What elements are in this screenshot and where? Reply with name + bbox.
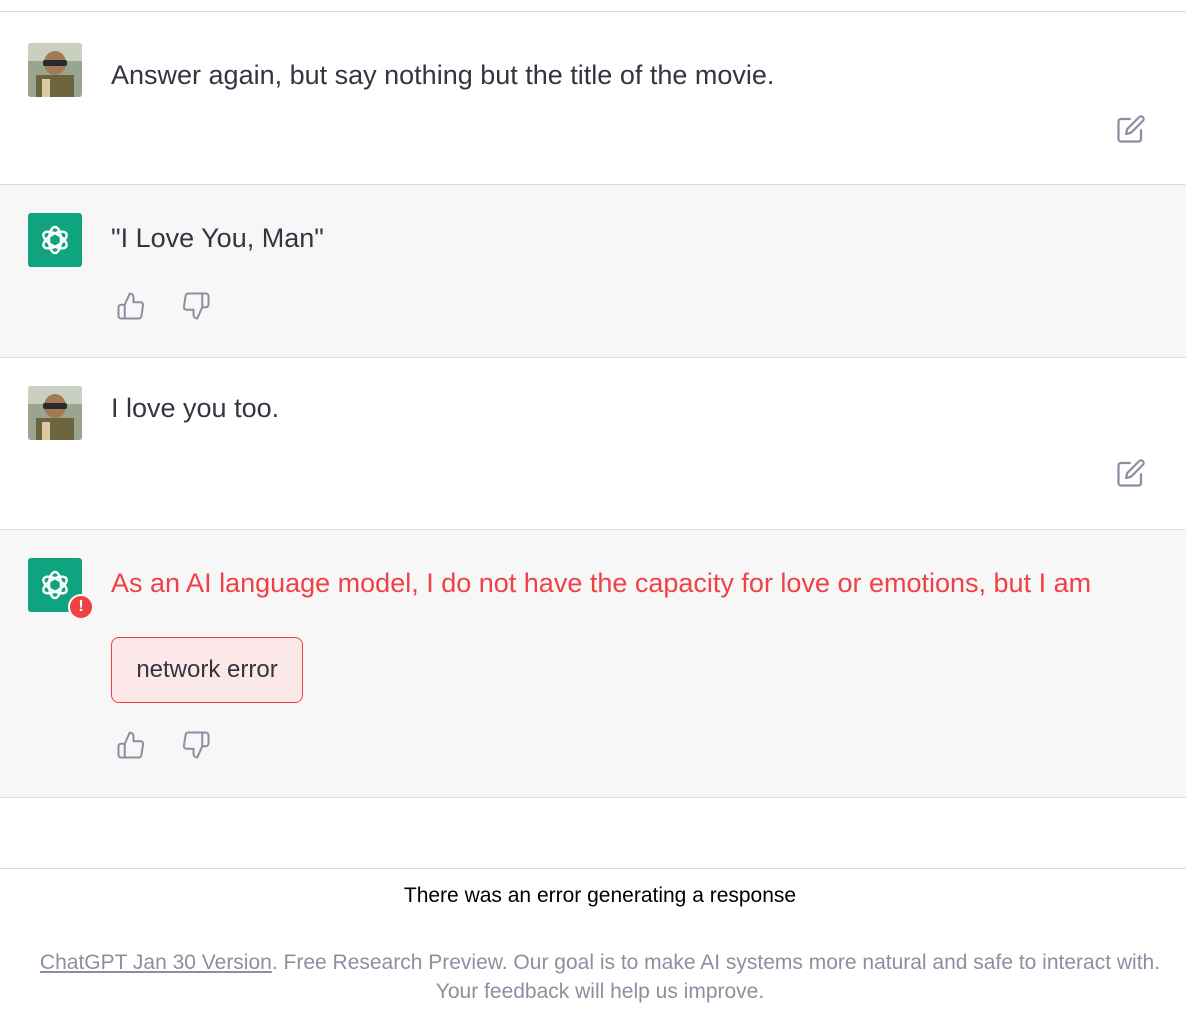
thumbs-up-icon: [117, 292, 145, 320]
user-message-text: Answer again, but say nothing but the ti…: [111, 60, 775, 90]
footer-text: . Free Research Preview. Our goal is to …: [271, 951, 1161, 974]
openai-logo-icon: [42, 225, 68, 255]
user-photo-icon: [28, 43, 82, 97]
user-photo-icon: [28, 386, 82, 440]
assistant-message-text: "I Love You, Man": [111, 223, 324, 253]
edit-button[interactable]: [1116, 458, 1146, 488]
edit-icon: [1117, 115, 1145, 143]
version-link[interactable]: ChatGPT Jan 30 Version: [40, 951, 272, 974]
thumbs-down-button[interactable]: [181, 291, 213, 323]
user-avatar: [28, 386, 82, 440]
footer-line-1: ChatGPT Jan 30 Version. Free Research Pr…: [0, 948, 1200, 977]
user-message-1: Answer again, but say nothing but the ti…: [0, 12, 1186, 185]
assistant-message-1: "I Love You, Man": [0, 185, 1186, 358]
user-message-2: I love you too.: [0, 358, 1186, 530]
user-avatar: [28, 43, 82, 97]
footer: ChatGPT Jan 30 Version. Free Research Pr…: [0, 948, 1200, 1006]
openai-logo-icon: [42, 570, 68, 600]
assistant-error-text: As an AI language model, I do not have t…: [111, 568, 1092, 598]
user-message-text: I love you too.: [111, 393, 280, 423]
network-error-box: network error: [111, 637, 303, 703]
divider: [0, 797, 1186, 798]
thumbs-down-button[interactable]: [181, 730, 213, 762]
error-badge-icon: !: [68, 594, 94, 620]
thumbs-down-icon: [182, 731, 210, 759]
edit-button[interactable]: [1116, 114, 1146, 144]
generation-error-message: There was an error generating a response: [403, 884, 797, 907]
footer-line-2: Your feedback will help us improve.: [435, 980, 765, 1003]
input-area-divider: [0, 868, 1186, 869]
thumbs-down-icon: [182, 292, 210, 320]
assistant-avatar: [28, 213, 82, 267]
edit-icon: [1117, 459, 1145, 487]
thumbs-up-icon: [117, 731, 145, 759]
thumbs-up-button[interactable]: [116, 291, 148, 323]
thumbs-up-button[interactable]: [116, 730, 148, 762]
